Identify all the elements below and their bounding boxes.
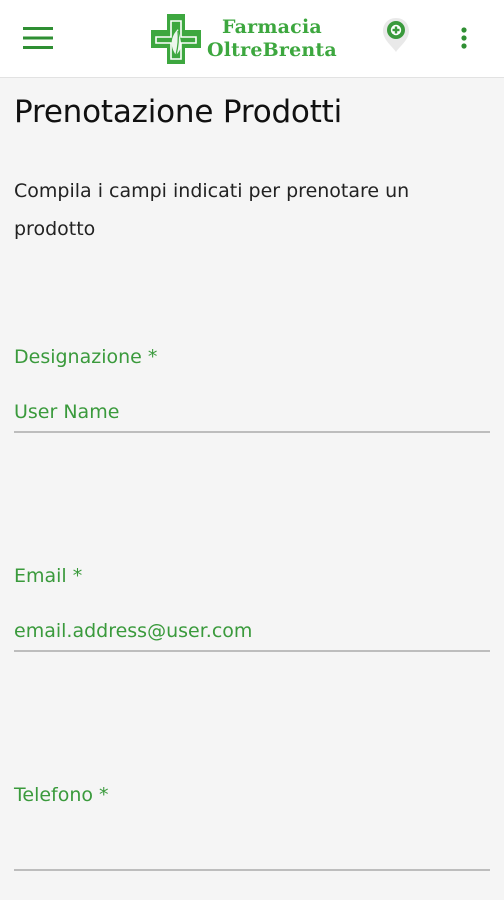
menu-button[interactable] bbox=[12, 16, 64, 60]
email-input[interactable] bbox=[14, 612, 490, 652]
logo-line-1: Farmacia bbox=[222, 16, 322, 38]
telefono-input[interactable] bbox=[14, 831, 490, 871]
pharmacy-cross-icon bbox=[151, 14, 201, 64]
location-button[interactable] bbox=[376, 16, 416, 60]
logo-line-2: OltreBrenta bbox=[207, 39, 337, 61]
telefono-label: Telefono * bbox=[14, 784, 109, 806]
logo-wordmark: Farmacia OltreBrenta bbox=[207, 16, 337, 62]
designazione-label: Designazione * bbox=[14, 346, 158, 368]
map-pin-plus-icon bbox=[383, 18, 409, 52]
designazione-input[interactable] bbox=[14, 393, 490, 433]
hamburger-menu-icon bbox=[23, 27, 53, 49]
more-options-button[interactable] bbox=[444, 18, 484, 58]
more-vertical-icon bbox=[461, 27, 467, 49]
pharmacy-logo[interactable]: Farmacia OltreBrenta bbox=[148, 10, 358, 68]
page-title: Prenotazione Prodotti bbox=[14, 94, 343, 130]
intro-text: Compila i campi indicati per prenotare u… bbox=[14, 180, 410, 240]
email-label: Email * bbox=[14, 565, 83, 587]
app-bar: Farmacia OltreBrenta bbox=[0, 0, 504, 78]
